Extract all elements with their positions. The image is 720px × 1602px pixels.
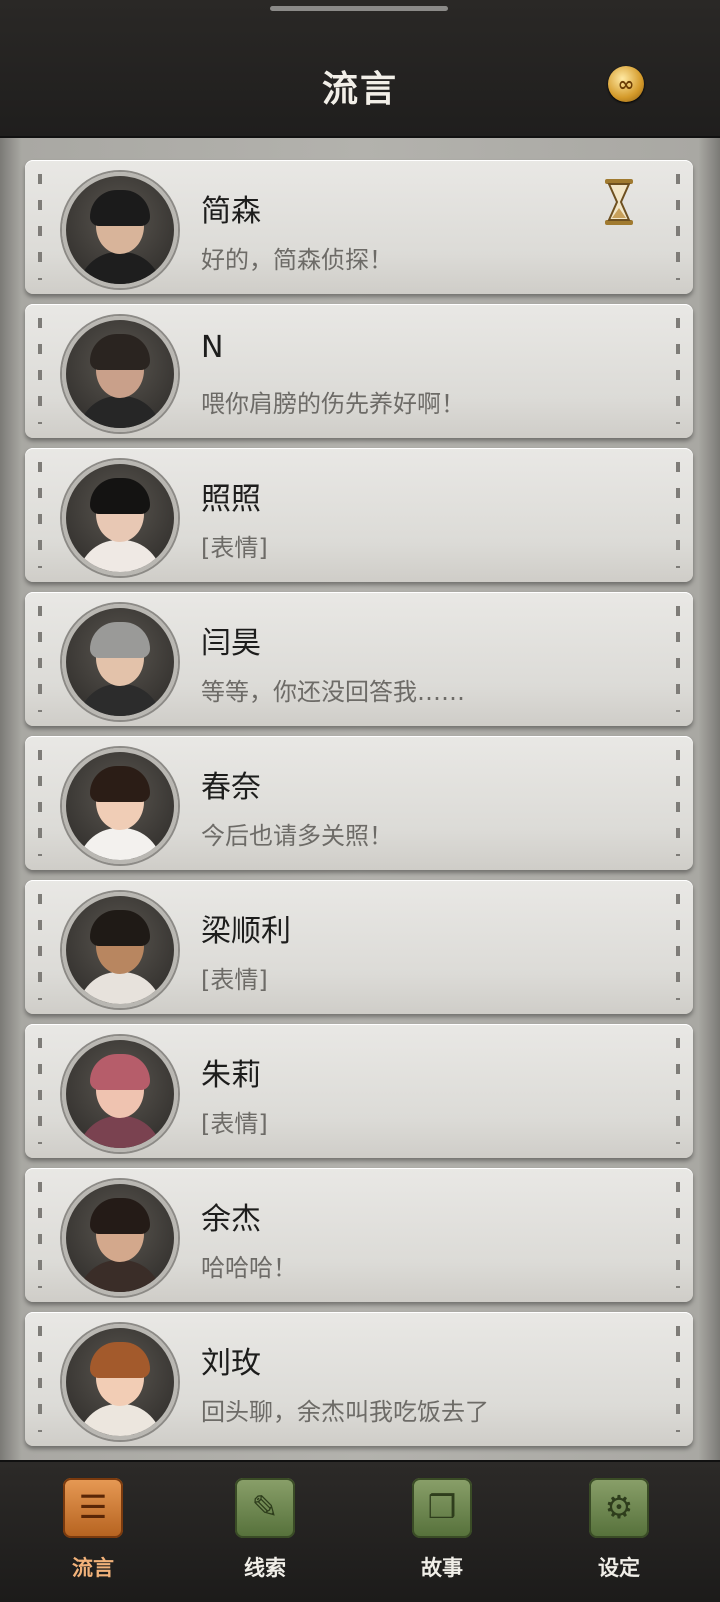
avatar-body: [78, 396, 162, 428]
avatar: [62, 1180, 178, 1296]
avatar: [62, 316, 178, 432]
conversation-list[interactable]: 简森好的，简森侦探！ N 喂你肩膀的伤先养好啊！ 照照 [表情] 闫昊等等，你还没回答我……: [0, 138, 720, 1460]
conversation-card[interactable]: 照照 [表情]: [25, 448, 693, 582]
avatar-hair: [90, 910, 150, 946]
conversation-card[interactable]: 闫昊等等，你还没回答我……: [25, 592, 693, 726]
conversation-card[interactable]: 梁顺利 [表情]: [25, 880, 693, 1014]
drag-handle[interactable]: [270, 6, 448, 11]
avatar: [62, 1036, 178, 1152]
hourglass-icon: [605, 179, 633, 225]
tab-1[interactable]: ✎ 线索: [205, 1478, 325, 1588]
contact-name: 余杰: [201, 1202, 261, 1237]
tab-label: 故事: [421, 1555, 463, 1580]
conversation-card[interactable]: 朱莉 [表情]: [25, 1024, 693, 1158]
avatar-hair: [90, 334, 150, 370]
infinity-symbol: ∞: [617, 72, 635, 96]
conversation-card[interactable]: N 喂你肩膀的伤先养好啊！: [25, 304, 693, 438]
icon-glyph: ⚙: [604, 1488, 634, 1526]
last-message: [表情]: [201, 966, 268, 994]
avatar-hair: [90, 478, 150, 514]
avatar: [62, 1324, 178, 1440]
infinity-coin-icon[interactable]: ∞: [608, 66, 644, 102]
contact-name: 春奈: [201, 770, 261, 805]
icon-glyph: ❒: [427, 1488, 457, 1526]
conversation-card[interactable]: 春奈今后也请多关照！: [25, 736, 693, 870]
tab-label: 流言: [72, 1555, 114, 1580]
bottom-nav: ☰ 流言 ✎ 线索 ❒ 故事 ⚙ 设定: [0, 1460, 720, 1602]
tab-2[interactable]: ❒ 故事: [382, 1478, 502, 1588]
tab-3[interactable]: ⚙ 设定: [559, 1478, 679, 1588]
contact-name: 简森: [201, 194, 261, 229]
conversation-card[interactable]: 余杰哈哈哈！: [25, 1168, 693, 1302]
contact-name: 闫昊: [201, 626, 261, 661]
avatar-hair: [90, 1342, 150, 1378]
last-message: 回头聊，余杰叫我吃饭去了: [201, 1398, 489, 1426]
avatar-hair: [90, 766, 150, 802]
conversation-card[interactable]: 刘玫回头聊，余杰叫我吃饭去了: [25, 1312, 693, 1446]
avatar: [62, 460, 178, 576]
contact-name: 朱莉: [201, 1058, 261, 1093]
last-message: 喂你肩膀的伤先养好啊！: [201, 390, 465, 418]
avatar-hair: [90, 622, 150, 658]
avatar-body: [78, 684, 162, 716]
avatar-body: [78, 828, 162, 860]
contact-name: 梁顺利: [201, 914, 291, 949]
app-header: 流言 ∞: [0, 0, 720, 138]
avatar: [62, 892, 178, 1008]
notepad-pencil-icon: ✎: [235, 1478, 295, 1538]
avatar-hair: [90, 190, 150, 226]
open-book-icon: ❒: [412, 1478, 472, 1538]
chat-document-icon: ☰: [63, 1478, 123, 1538]
icon-glyph: ☰: [78, 1488, 108, 1526]
last-message: [表情]: [201, 534, 268, 562]
avatar-body: [78, 1404, 162, 1436]
tab-0[interactable]: ☰ 流言: [33, 1478, 153, 1588]
last-message: [表情]: [201, 1110, 268, 1138]
avatar-body: [78, 540, 162, 572]
avatar: [62, 604, 178, 720]
tab-label: 线索: [244, 1555, 286, 1580]
gears-icon: ⚙: [589, 1478, 649, 1538]
tab-label: 设定: [598, 1555, 640, 1580]
conversation-card[interactable]: 简森好的，简森侦探！: [25, 160, 693, 294]
avatar-body: [78, 1116, 162, 1148]
last-message: 今后也请多关照！: [201, 822, 393, 850]
icon-glyph: ✎: [251, 1488, 279, 1526]
avatar: [62, 172, 178, 288]
contact-name: 照照: [201, 482, 261, 517]
avatar-body: [78, 1260, 162, 1292]
contact-name: N: [201, 330, 224, 365]
avatar-hair: [90, 1198, 150, 1234]
last-message: 好的，简森侦探！: [201, 246, 393, 274]
avatar-body: [78, 252, 162, 284]
avatar-hair: [90, 1054, 150, 1090]
last-message: 哈哈哈！: [201, 1254, 297, 1282]
avatar: [62, 748, 178, 864]
contact-name: 刘玫: [201, 1346, 261, 1381]
last-message: 等等，你还没回答我……: [201, 678, 465, 706]
avatar-body: [78, 972, 162, 1004]
